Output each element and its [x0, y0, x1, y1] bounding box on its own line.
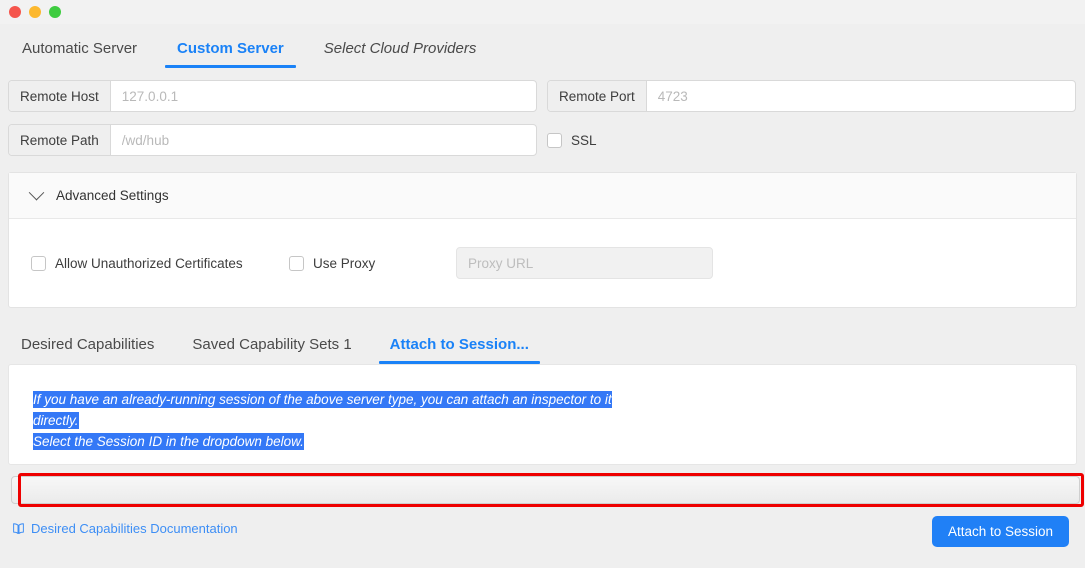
remote-host-input[interactable] — [110, 81, 536, 111]
tab-attach-to-session[interactable]: Attach to Session... — [378, 336, 541, 364]
server-type-tabs: Automatic Server Custom Server Select Cl… — [0, 24, 1085, 68]
attach-to-session-button-label: Attach to Session — [947, 524, 1053, 539]
remote-path-label: Remote Path — [9, 125, 111, 155]
close-window-button[interactable] — [9, 6, 21, 18]
tab-attach-to-session-label: Attach to Session... — [389, 336, 529, 353]
advanced-settings-body: Allow Unauthorized Certificates Use Prox… — [9, 219, 1076, 307]
book-icon — [13, 523, 24, 534]
advanced-settings-header[interactable]: Advanced Settings — [9, 173, 1076, 219]
session-id-select[interactable] — [11, 476, 1080, 504]
allow-unauthorized-certificates-label: Allow Unauthorized Certificates — [55, 255, 243, 271]
tab-saved-capability-sets[interactable]: Saved Capability Sets 1 — [181, 336, 362, 364]
ssl-checkbox-row[interactable]: SSL — [547, 124, 597, 156]
desired-capabilities-documentation-label: Desired Capabilities Documentation — [31, 521, 238, 536]
titlebar — [0, 0, 1085, 24]
window-traffic-lights — [9, 6, 61, 18]
proxy-url-input[interactable] — [456, 247, 713, 279]
session-instructions: If you have an already-running session o… — [33, 389, 653, 452]
appium-inspector-window: Automatic Server Custom Server Select Cl… — [0, 0, 1085, 568]
tab-custom-server-label: Custom Server — [177, 40, 284, 57]
session-select-zone — [8, 473, 1084, 507]
attach-to-session-panel: If you have an already-running session o… — [8, 364, 1077, 465]
ssl-label: SSL — [571, 132, 597, 148]
remote-port-field: Remote Port — [547, 80, 1076, 112]
tab-automatic-server-label: Automatic Server — [22, 40, 138, 57]
tab-desired-capabilities[interactable]: Desired Capabilities — [10, 336, 165, 364]
server-row-path-ssl: Remote Path SSL — [8, 124, 1077, 156]
advanced-settings-card: Advanced Settings Allow Unauthorized Cer… — [8, 172, 1077, 308]
tab-custom-server[interactable]: Custom Server — [165, 40, 296, 68]
advanced-settings-title: Advanced Settings — [56, 188, 169, 203]
custom-server-panel: Remote Host Remote Port Remote Path SSL — [0, 68, 1085, 568]
chevron-down-icon — [28, 184, 45, 201]
use-proxy-checkbox[interactable] — [289, 255, 304, 271]
remote-path-field: Remote Path — [8, 124, 537, 156]
capability-tabs: Desired Capabilities Saved Capability Se… — [8, 316, 1077, 364]
remote-host-field: Remote Host — [8, 80, 537, 112]
footer-bar: Desired Capabilities Documentation Attac… — [8, 507, 1077, 568]
server-row-host-port: Remote Host Remote Port — [8, 80, 1077, 112]
remote-host-label: Remote Host — [9, 81, 111, 111]
session-instructions-line-1: If you have an already-running session o… — [33, 391, 612, 429]
tab-select-cloud-providers[interactable]: Select Cloud Providers — [312, 40, 489, 68]
zoom-window-button[interactable] — [49, 6, 61, 18]
remote-port-input[interactable] — [646, 81, 1075, 111]
tab-select-cloud-providers-label: Select Cloud Providers — [323, 40, 477, 57]
use-proxy-row[interactable]: Use Proxy — [289, 247, 456, 279]
use-proxy-label: Use Proxy — [313, 255, 376, 271]
minimize-window-button[interactable] — [29, 6, 41, 18]
remote-port-label: Remote Port — [548, 81, 647, 111]
tab-desired-capabilities-label: Desired Capabilities — [21, 336, 155, 353]
session-instructions-line-2: Select the Session ID in the dropdown be… — [33, 433, 304, 450]
remote-path-input[interactable] — [110, 125, 536, 155]
ssl-checkbox[interactable] — [547, 132, 562, 148]
tab-saved-capability-sets-label: Saved Capability Sets 1 — [192, 336, 352, 353]
allow-unauthorized-certificates-row[interactable]: Allow Unauthorized Certificates — [31, 247, 289, 279]
allow-unauthorized-certificates-checkbox[interactable] — [31, 255, 46, 271]
desired-capabilities-documentation-link[interactable]: Desired Capabilities Documentation — [12, 516, 238, 536]
tab-automatic-server[interactable]: Automatic Server — [10, 40, 149, 68]
attach-to-session-button[interactable]: Attach to Session — [931, 516, 1069, 547]
